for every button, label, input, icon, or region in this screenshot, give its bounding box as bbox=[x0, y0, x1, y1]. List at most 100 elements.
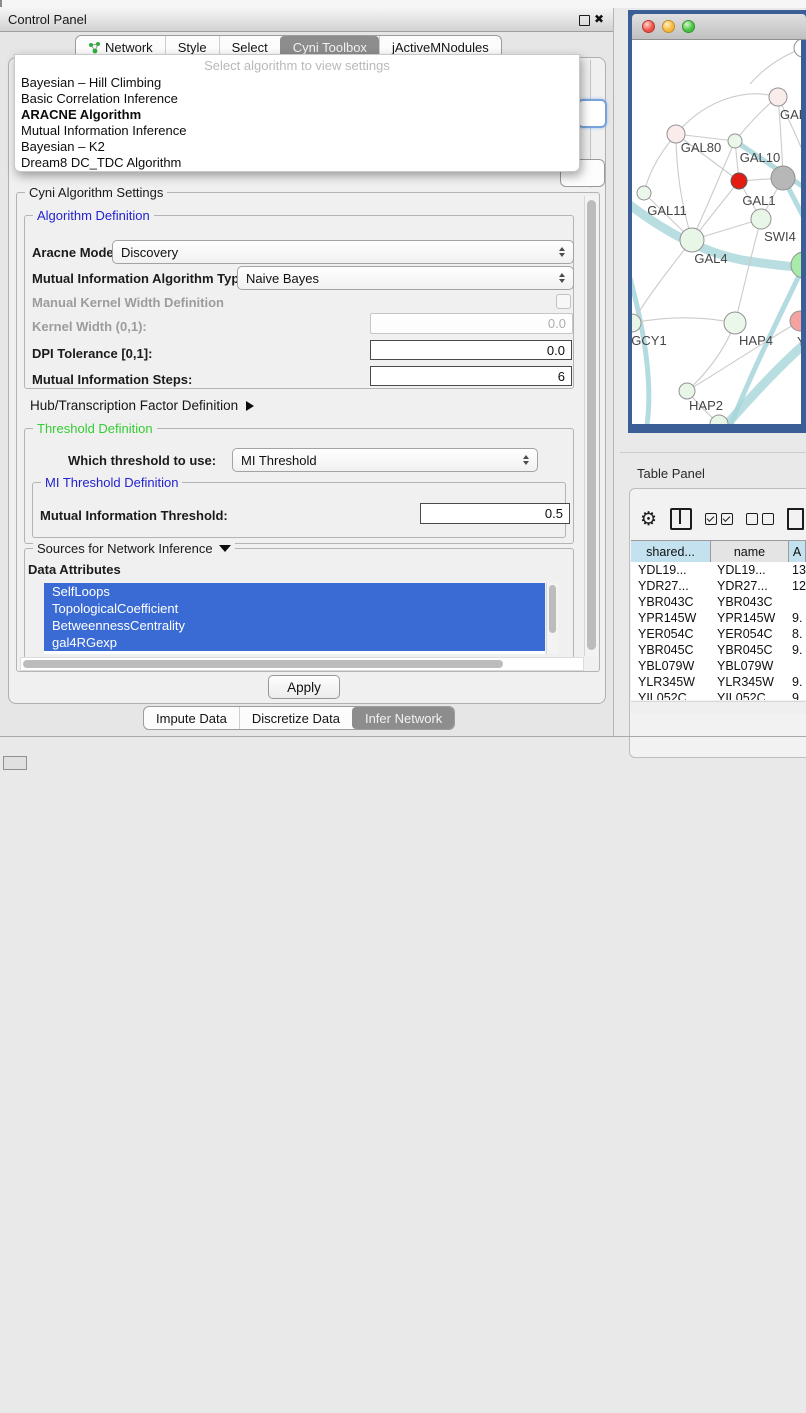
network-edge bbox=[687, 321, 800, 391]
gear-icon[interactable]: ⚙ bbox=[640, 510, 657, 529]
tab-label: Cyni Toolbox bbox=[293, 40, 367, 55]
kernel-width-field[interactable]: 0.0 bbox=[370, 313, 573, 334]
column-header-name[interactable]: name bbox=[711, 541, 789, 562]
table-cell: 12 bbox=[789, 578, 806, 594]
control-panel-titlebar bbox=[0, 8, 613, 32]
split-columns-icon[interactable] bbox=[670, 508, 692, 530]
attribute-betweennesscentrality[interactable]: BetweennessCentrality bbox=[44, 617, 545, 634]
float-window-icon[interactable] bbox=[579, 15, 590, 26]
node-gal-right[interactable] bbox=[769, 88, 787, 106]
mi-threshold-field[interactable]: 0.5 bbox=[420, 503, 570, 524]
algorithm-placeholder: Select algorithm to view settings bbox=[15, 58, 579, 73]
document-icon[interactable] bbox=[787, 508, 804, 530]
node-red[interactable] bbox=[731, 173, 747, 189]
unchecked-checkbox-pair-icon[interactable] bbox=[746, 513, 774, 525]
table-toolbar: ⚙ bbox=[640, 504, 806, 534]
settings-hscrollbar[interactable] bbox=[20, 657, 584, 671]
dpi-tolerance-field[interactable]: 0.0 bbox=[370, 340, 572, 360]
network-canvas[interactable]: GALGAL80GAL10GAL1GAL11SWI4GAL4GCY1HAP4YH… bbox=[632, 40, 801, 424]
mi-steps-field[interactable]: 6 bbox=[370, 366, 572, 386]
algorithm-item-basic-correlation-inference[interactable]: Basic Correlation Inference bbox=[15, 91, 579, 107]
manual-kernel-checkbox[interactable] bbox=[556, 294, 571, 309]
network-view-titlebar[interactable] bbox=[632, 14, 806, 40]
splitter-grip[interactable] bbox=[0, 0, 2, 7]
table-cell: YIL052C bbox=[711, 690, 789, 700]
bottom-left-widget[interactable] bbox=[3, 756, 27, 770]
table-rows: YDL19...YDL19...13YDR27...YDR27...12YBR0… bbox=[631, 562, 806, 700]
settings-vscrollbar-thumb[interactable] bbox=[587, 200, 596, 650]
table-cell: 9. bbox=[789, 642, 806, 658]
stepper-icon bbox=[523, 455, 529, 465]
node-label-swi4: SWI4 bbox=[764, 229, 796, 244]
tab-infer-network[interactable]: Infer Network bbox=[352, 707, 454, 729]
table-cell: 9. bbox=[789, 610, 806, 626]
node-bottom-cut[interactable] bbox=[710, 415, 728, 424]
tab-label: Discretize Data bbox=[252, 711, 340, 726]
node-hap2[interactable] bbox=[679, 383, 695, 399]
tab-label: Network bbox=[105, 40, 153, 55]
settings-vscrollbar[interactable] bbox=[584, 196, 598, 656]
table-row[interactable]: YBR043CYBR043C bbox=[631, 594, 806, 610]
which-threshold-value: MI Threshold bbox=[241, 453, 317, 468]
sources-title-row[interactable]: Sources for Network Inference bbox=[33, 541, 235, 556]
algorithm-item-bayesian-hill-climbing[interactable]: Bayesian – Hill Climbing bbox=[15, 75, 579, 91]
apply-button[interactable]: Apply bbox=[268, 675, 340, 699]
node-gal10[interactable] bbox=[728, 134, 742, 148]
table-header: shared...nameA bbox=[631, 540, 806, 563]
table-row[interactable]: YER054CYER054C8. bbox=[631, 626, 806, 642]
tab-label: Impute Data bbox=[156, 711, 227, 726]
close-icon[interactable]: ✖ bbox=[594, 12, 604, 26]
tab-impute-data[interactable]: Impute Data bbox=[144, 707, 239, 729]
table-cell: YDL19... bbox=[711, 562, 789, 578]
algorithm-item-dream8-dc-tdc-algorithm[interactable]: Dream8 DC_TDC Algorithm bbox=[15, 155, 579, 171]
zoom-traffic-icon[interactable] bbox=[682, 20, 695, 33]
table-row[interactable]: YDR27...YDR27...12 bbox=[631, 578, 806, 594]
algorithm-item-bayesian-k2[interactable]: Bayesian – K2 bbox=[15, 139, 579, 155]
node-swi4[interactable] bbox=[791, 252, 801, 278]
network-edge bbox=[750, 48, 801, 84]
node-gal4[interactable] bbox=[680, 228, 704, 252]
algorithm-item-mutual-information-inference[interactable]: Mutual Information Inference bbox=[15, 123, 579, 139]
table-row[interactable]: YBL079WYBL079W bbox=[631, 658, 806, 674]
table-cell: YBR043C bbox=[631, 594, 711, 610]
algorithm-item-aracne-algorithm[interactable]: ARACNE Algorithm bbox=[15, 107, 579, 123]
settings-hscrollbar-thumb[interactable] bbox=[23, 660, 503, 668]
obscured-inference-combobox[interactable] bbox=[577, 99, 607, 128]
expand-right-icon bbox=[246, 401, 254, 411]
table-cell: 9. bbox=[789, 674, 806, 690]
mi-algorithm-type-combobox[interactable]: Naive Bayes bbox=[237, 266, 574, 290]
table-cell: YPR145W bbox=[631, 610, 711, 626]
attribute-topologicalcoefficient[interactable]: TopologicalCoefficient bbox=[44, 600, 545, 617]
attribute-selfloops[interactable]: SelfLoops bbox=[44, 583, 545, 600]
node-top-cut[interactable] bbox=[794, 40, 801, 57]
attributes-scrollbar-thumb[interactable] bbox=[549, 585, 556, 633]
table-hscrollbar[interactable] bbox=[631, 701, 806, 714]
table-row[interactable]: YPR145WYPR145W9. bbox=[631, 610, 806, 626]
minimize-traffic-icon[interactable] bbox=[662, 20, 675, 33]
hub-definition-expander[interactable]: Hub/Transcription Factor Definition bbox=[30, 398, 254, 413]
node-gray[interactable] bbox=[771, 166, 795, 190]
table-row[interactable]: YLR345WYLR345W9. bbox=[631, 674, 806, 690]
data-attributes-list[interactable]: SelfLoopsTopologicalCoefficientBetweenne… bbox=[44, 583, 545, 654]
node-hap4[interactable] bbox=[724, 312, 746, 334]
attributes-scrollbar[interactable] bbox=[546, 583, 558, 654]
checked-checkbox-pair-icon[interactable] bbox=[705, 513, 733, 525]
column-header-a[interactable]: A bbox=[789, 541, 806, 562]
table-row[interactable]: YBR045CYBR045C9. bbox=[631, 642, 806, 658]
node-gal1[interactable] bbox=[751, 209, 771, 229]
node-salmon[interactable] bbox=[790, 311, 801, 331]
tab-discretize-data[interactable]: Discretize Data bbox=[239, 707, 352, 729]
node-left-small[interactable] bbox=[637, 186, 651, 200]
tab-label: Style bbox=[178, 40, 207, 55]
node-label-gal10: GAL10 bbox=[740, 150, 780, 165]
hub-definition-label: Hub/Transcription Factor Definition bbox=[30, 398, 238, 413]
which-threshold-combobox[interactable]: MI Threshold bbox=[232, 448, 538, 472]
mi-algorithm-type-label: Mutual Information Algorithm Type: bbox=[32, 271, 251, 286]
table-cell bbox=[789, 594, 806, 610]
table-row[interactable]: YDL19...YDL19...13 bbox=[631, 562, 806, 578]
table-row[interactable]: YIL052CYIL052C9 bbox=[631, 690, 806, 700]
column-header-shared[interactable]: shared... bbox=[631, 541, 711, 562]
close-traffic-icon[interactable] bbox=[642, 20, 655, 33]
aracne-mode-combobox[interactable]: Discovery bbox=[112, 240, 574, 264]
attribute-gal4rgexp[interactable]: gal4RGexp bbox=[44, 634, 545, 651]
